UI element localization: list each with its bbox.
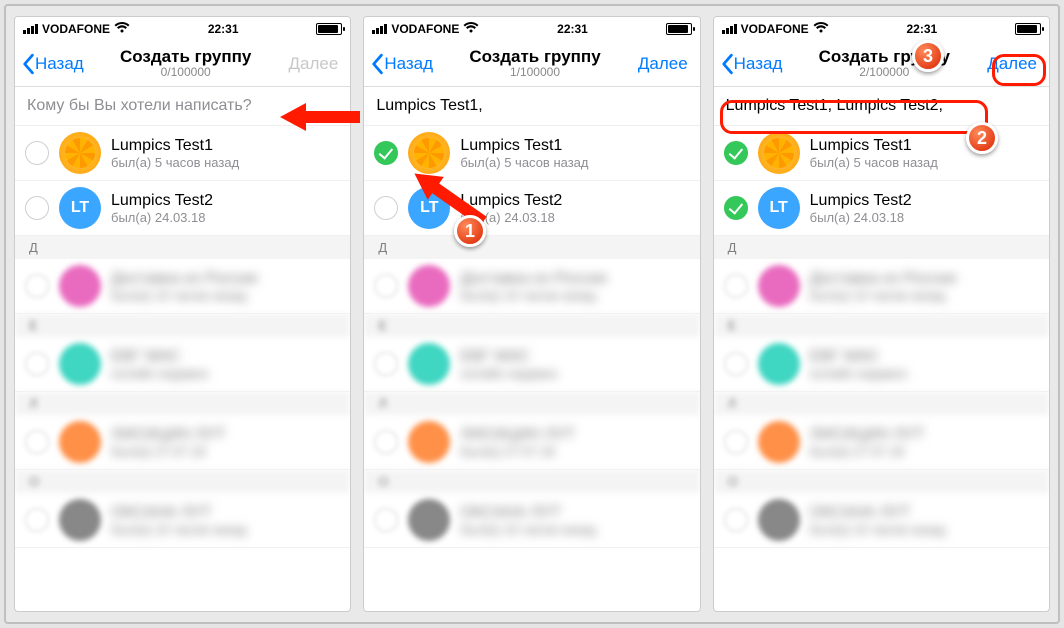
nav-center: Создать группу 0/100000 — [93, 48, 278, 80]
checkbox[interactable] — [25, 141, 49, 165]
stage: VODAFONE 22:31 Назад Создать группу 0/10… — [4, 4, 1060, 624]
section-header: О — [15, 470, 350, 493]
battery-icon — [1015, 23, 1041, 35]
nav-bar: Назад Создать группу1/100000 Далее — [364, 41, 699, 87]
section-header: Е — [15, 314, 350, 337]
checkbox[interactable] — [374, 196, 398, 220]
phone-screen-2: VODAFONE 22:31 Назад Создать группу1/100… — [363, 16, 700, 612]
page-title: Создать группу — [792, 48, 977, 67]
checkbox[interactable] — [25, 196, 49, 220]
wifi-icon — [813, 22, 829, 37]
battery-icon — [666, 23, 692, 35]
contact-row[interactable]: LT Lumpics Test2 был(а) 24.03.18 — [15, 181, 350, 236]
status-time: 22:31 — [906, 22, 937, 36]
back-button[interactable]: Назад — [21, 53, 93, 75]
contact-name: Lumpics Test1 — [460, 136, 691, 155]
badge-number: 1 — [454, 215, 486, 247]
checkbox-checked[interactable] — [374, 141, 398, 165]
contact-row-blurred[interactable]: Доставка из Россиибыл(а) 10 часов назад — [15, 259, 350, 314]
back-label: Назад — [734, 54, 783, 74]
status-time: 22:31 — [557, 22, 588, 36]
status-bar: VODAFONE 22:31 — [15, 17, 350, 41]
counter-label: 2/100000 — [792, 66, 977, 79]
contact-sub: был(а) 5 часов назад — [111, 155, 342, 171]
callout-badge-2: 2 — [966, 122, 998, 154]
back-button[interactable]: Назад — [720, 53, 792, 75]
contact-row-blurred[interactable]: ОКСАНА ЛУТбыл(а) 10 часов назад — [714, 493, 1049, 548]
contact-row-blurred[interactable]: ЛИСИЦИН ЛУТбыл(а) 27.07.18 — [15, 415, 350, 470]
next-button[interactable]: Далее — [628, 54, 694, 74]
counter-label: 1/100000 — [442, 66, 627, 79]
back-label: Назад — [35, 54, 84, 74]
avatar — [758, 132, 800, 174]
next-button[interactable]: Далее — [278, 54, 344, 74]
back-button[interactable]: Назад — [370, 53, 442, 75]
badge-number: 3 — [912, 40, 944, 72]
contact-name: Lumpics Test1 — [810, 136, 1041, 155]
contact-row-blurred[interactable]: ЕВГ МАСонлайн недавно — [15, 337, 350, 392]
contact-row-blurred[interactable]: Доставка из Россиибыл(а) 10 часов назад — [364, 259, 699, 314]
status-bar: VODAFONE 22:31 — [714, 17, 1049, 41]
contact-row-blurred[interactable]: ОКСАНА ЛУТбыл(а) 10 часов назад — [15, 493, 350, 548]
page-title: Создать группу — [442, 48, 627, 67]
chevron-left-icon — [21, 53, 35, 75]
avatar: LT — [758, 187, 800, 229]
contact-row-blurred[interactable]: ОКСАНА ЛУТбыл(а) 10 часов назад — [364, 493, 699, 548]
contact-row[interactable]: Lumpics Test1был(а) 5 часов назад — [714, 126, 1049, 181]
section-header: Д — [15, 236, 350, 259]
checkbox-checked[interactable] — [724, 141, 748, 165]
signal-icon — [23, 24, 38, 34]
contact-sub: был(а) 5 часов назад — [460, 155, 691, 171]
status-right — [316, 23, 342, 35]
contact-row-blurred[interactable]: ЕВГ МАСонлайн недавно — [364, 337, 699, 392]
red-highlight-next — [992, 54, 1046, 86]
wifi-icon — [114, 22, 130, 37]
back-label: Назад — [384, 54, 433, 74]
red-arrow-icon — [280, 99, 360, 140]
contact-info: Lumpics Test2 был(а) 24.03.18 — [111, 191, 342, 226]
callout-badge-1: 1 — [454, 215, 486, 247]
contact-sub: был(а) 5 часов назад — [810, 155, 1041, 171]
contact-row-blurred[interactable]: ЕВГ МАСонлайн недавно — [714, 337, 1049, 392]
avatar: LT — [59, 187, 101, 229]
red-highlight-tokens — [720, 100, 988, 134]
contact-info: Lumpics Test1 был(а) 5 часов назад — [111, 136, 342, 171]
counter-label: 0/100000 — [93, 66, 278, 79]
contact-row[interactable]: LT Lumpics Test2был(а) 24.03.18 — [714, 181, 1049, 236]
contact-row-blurred[interactable]: ЛИСИЦИН ЛУТбыл(а) 27.07.18 — [714, 415, 1049, 470]
wifi-icon — [463, 22, 479, 37]
chevron-left-icon — [720, 53, 734, 75]
contact-sub: был(а) 24.03.18 — [460, 210, 691, 226]
page-title: Создать группу — [93, 48, 278, 67]
section-header: Л — [15, 392, 350, 415]
section-header: Д — [364, 236, 699, 259]
contact-name: Lumpics Test2 — [810, 191, 1041, 210]
callout-badge-3: 3 — [912, 40, 944, 72]
avatar — [59, 132, 101, 174]
contact-name: Lumpics Test2 — [111, 191, 342, 210]
contact-sub: был(а) 24.03.18 — [111, 210, 342, 226]
badge-number: 2 — [966, 122, 998, 154]
carrier-label: VODAFONE — [741, 22, 809, 36]
selected-tokens[interactable]: Lumpics Test1, — [364, 87, 699, 126]
battery-icon — [316, 23, 342, 35]
contact-row-blurred[interactable]: Доставка из Россиибыл(а) 10 часов назад — [714, 259, 1049, 314]
status-left: VODAFONE — [23, 22, 130, 37]
contact-sub: был(а) 24.03.18 — [810, 210, 1041, 226]
nav-bar: Назад Создать группу 0/100000 Далее — [15, 41, 350, 87]
checkbox-checked[interactable] — [724, 196, 748, 220]
carrier-label: VODAFONE — [42, 22, 110, 36]
contact-row-blurred[interactable]: ЛИСИЦИН ЛУТбыл(а) 27.07.18 — [364, 415, 699, 470]
status-time: 22:31 — [208, 22, 239, 36]
chevron-left-icon — [370, 53, 384, 75]
carrier-label: VODAFONE — [391, 22, 459, 36]
section-header: Д — [714, 236, 1049, 259]
status-bar: VODAFONE 22:31 — [364, 17, 699, 41]
contact-name: Lumpics Test2 — [460, 191, 691, 210]
